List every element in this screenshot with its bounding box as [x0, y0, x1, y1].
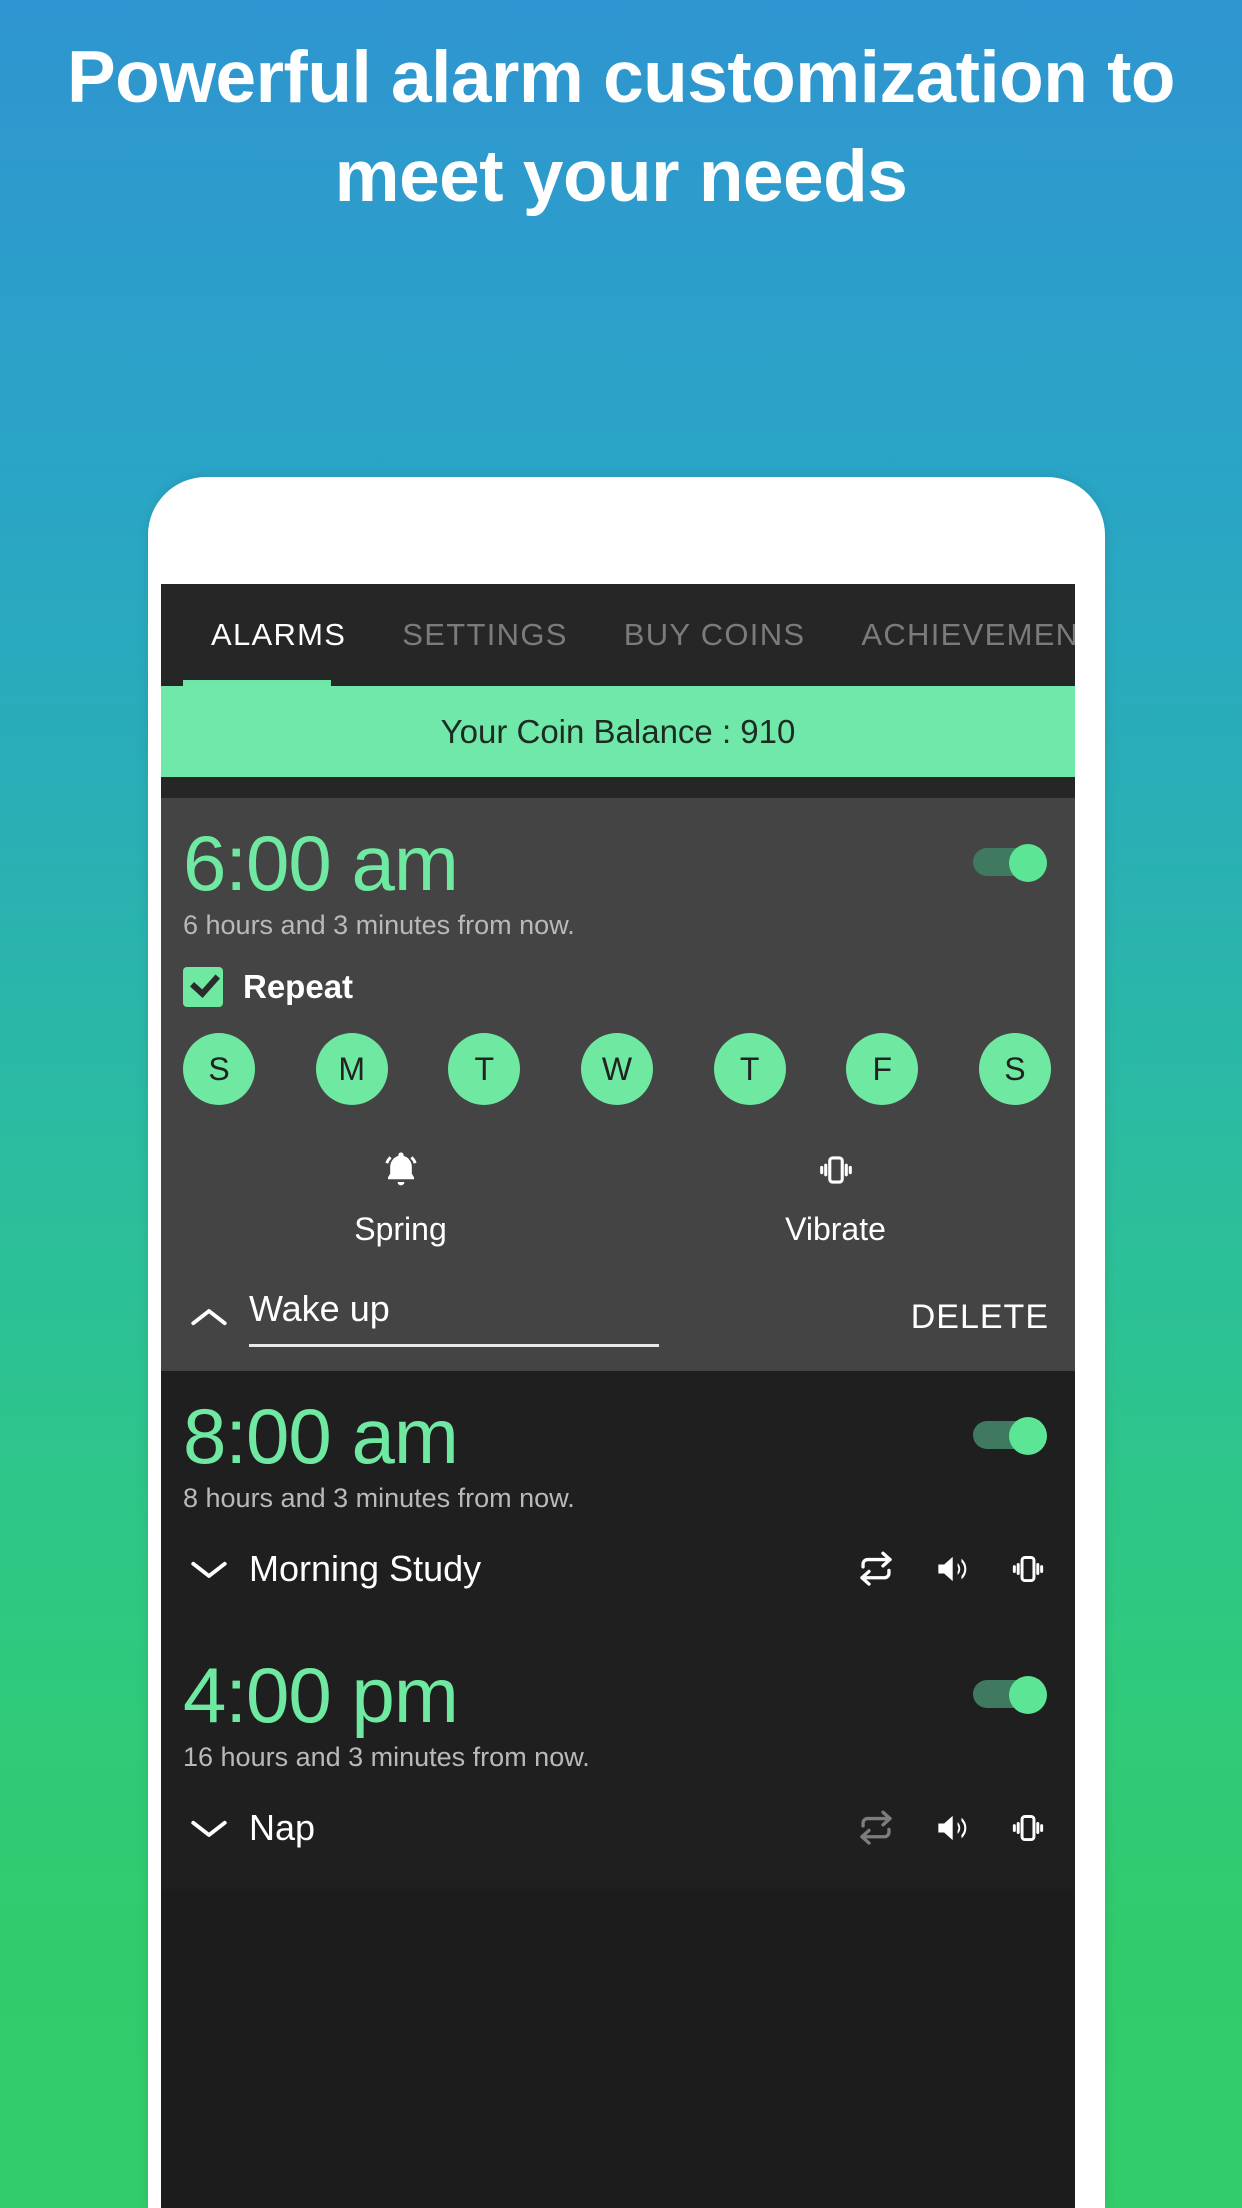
sound-mode-button[interactable]: Spring [183, 1143, 618, 1248]
tab-active-indicator [183, 680, 331, 686]
alarm-bell-icon [183, 1143, 618, 1197]
vibrate-icon[interactable] [1007, 1807, 1049, 1849]
repeat-icon[interactable] [855, 1548, 897, 1590]
toggle-thumb [1009, 1676, 1047, 1714]
tab-buy-coins[interactable]: BUY COINS [596, 584, 834, 686]
alarm-status-icons [855, 1807, 1053, 1849]
alarm-countdown: 6 hours and 3 minutes from now. [183, 910, 575, 940]
alarm-summary: 4:00 pm 16 hours and 3 minutes from now. [183, 1630, 1053, 1773]
alarm-name-row: Nap [183, 1773, 1053, 1889]
tab-bar: ALARMS SETTINGS BUY COINS ACHIEVEMENT BO… [161, 584, 1075, 686]
tab-settings[interactable]: SETTINGS [374, 584, 595, 686]
alarm-time[interactable]: 4:00 pm [183, 1652, 1053, 1738]
alarm-name-label[interactable]: Morning Study [249, 1548, 481, 1590]
toggle-thumb [1009, 844, 1047, 882]
volume-icon[interactable] [931, 1548, 973, 1590]
alarm-summary: 8:00 am 8 hours and 3 minutes from now. [183, 1371, 1053, 1514]
alarm-enable-toggle[interactable] [973, 844, 1047, 882]
alarm-time[interactable]: 8:00 am [183, 1393, 1053, 1479]
alarm-name-row: Wake up DELETE [183, 1288, 1053, 1347]
delete-button[interactable]: DELETE [911, 1298, 1053, 1337]
day-tuesday[interactable]: T [448, 1033, 521, 1105]
promo-headline: Powerful alarm customization to meet you… [66, 37, 1176, 217]
alarm-countdown: 16 hours and 3 minutes from now. [183, 1742, 590, 1772]
chevron-up-icon[interactable] [183, 1305, 235, 1331]
volume-icon[interactable] [931, 1807, 973, 1849]
vibrate-mode-button[interactable]: Vibrate [618, 1143, 1053, 1248]
day-saturday[interactable]: S [978, 1033, 1051, 1105]
day-selector: S M T W T F S [183, 1033, 1053, 1105]
repeat-checkbox[interactable] [183, 967, 223, 1007]
alarm-card[interactable]: 6:00 am 6 hours and 3 minutes from now. … [161, 798, 1075, 1371]
alarm-name-row: Morning Study [183, 1514, 1053, 1630]
alarm-mode-row: Spring Vibrate [183, 1143, 1053, 1248]
coin-balance-banner[interactable]: Your Coin Balance : 910 [161, 686, 1075, 777]
sound-label: Spring [354, 1211, 447, 1247]
repeat-row[interactable]: Repeat [183, 967, 1053, 1007]
day-wednesday[interactable]: W [580, 1033, 653, 1105]
section-divider [161, 777, 1075, 798]
alarm-status-icons [855, 1548, 1053, 1590]
alarm-time[interactable]: 6:00 am [183, 820, 1053, 906]
alarm-card[interactable]: 8:00 am 8 hours and 3 minutes from now. … [161, 1371, 1075, 1630]
day-friday[interactable]: F [846, 1033, 919, 1105]
alarm-name-input[interactable]: Wake up [249, 1288, 659, 1347]
day-monday[interactable]: M [315, 1033, 388, 1105]
day-sunday[interactable]: S [183, 1033, 255, 1105]
alarm-name-label[interactable]: Nap [249, 1807, 315, 1849]
repeat-icon[interactable] [855, 1807, 897, 1849]
tab-achievement-board[interactable]: ACHIEVEMENT BOA [833, 584, 1075, 686]
alarm-card[interactable]: 4:00 pm 16 hours and 3 minutes from now.… [161, 1630, 1075, 1889]
alarm-countdown: 8 hours and 3 minutes from now. [183, 1483, 575, 1513]
chevron-down-icon[interactable] [183, 1815, 235, 1841]
vibrate-label: Vibrate [785, 1211, 886, 1247]
tab-alarms[interactable]: ALARMS [183, 584, 374, 686]
repeat-label: Repeat [243, 968, 354, 1005]
vibrate-icon[interactable] [1007, 1548, 1049, 1590]
chevron-down-icon[interactable] [183, 1556, 235, 1582]
alarm-summary: 6:00 am 6 hours and 3 minutes from now. [183, 798, 1053, 941]
promo-screenshot: Powerful alarm customization to meet you… [0, 0, 1242, 2208]
app-screen: ALARMS SETTINGS BUY COINS ACHIEVEMENT BO… [161, 584, 1075, 2208]
alarm-enable-toggle[interactable] [973, 1676, 1047, 1714]
day-thursday[interactable]: T [713, 1033, 786, 1105]
alarm-enable-toggle[interactable] [973, 1417, 1047, 1455]
vibrate-icon [618, 1143, 1053, 1197]
toggle-thumb [1009, 1417, 1047, 1455]
